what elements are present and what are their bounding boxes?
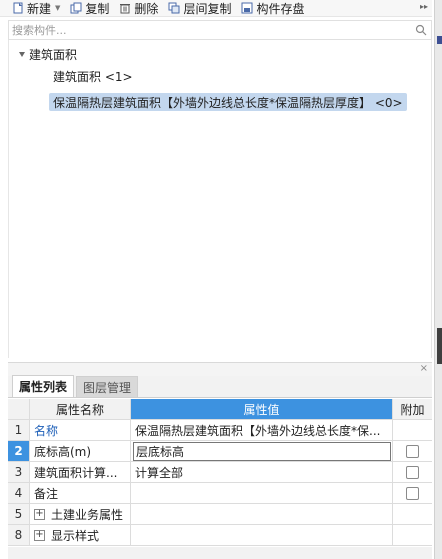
property-panel-tabs: 属性列表 图层管理 xyxy=(8,375,432,398)
new-label: 新建 xyxy=(27,1,52,16)
panel-splitter[interactable]: × xyxy=(8,362,432,376)
floor-copy-icon xyxy=(168,2,180,14)
row-number: 1 xyxy=(8,420,30,440)
column-header-extra: 附加 xyxy=(393,399,432,419)
toolbar: 新建 ▼ 复制 删除 层间复制 构件存盘 ▸▸ xyxy=(0,0,432,17)
property-value[interactable]: 保温隔热层建筑面积【外墙外边线总长度*保... xyxy=(131,420,393,440)
copy-label: 复制 xyxy=(85,1,110,16)
extra-checkbox[interactable] xyxy=(406,465,419,479)
table-row[interactable]: 3 建筑面积计算... 计算全部 xyxy=(8,462,432,483)
property-value[interactable]: 计算全部 xyxy=(131,462,393,482)
property-group-label: 土建业务属性 xyxy=(51,507,124,522)
row-number: 4 xyxy=(8,483,30,503)
extra-cell xyxy=(393,525,432,545)
double-chevron-right-icon[interactable]: ▸▸ xyxy=(420,2,428,11)
extra-checkbox[interactable] xyxy=(406,444,419,458)
delete-label: 删除 xyxy=(134,1,159,16)
row-number-header xyxy=(8,399,30,419)
chevron-down-icon[interactable]: ▼ xyxy=(55,4,60,12)
extra-cell xyxy=(393,441,432,461)
column-header-name: 属性名称 xyxy=(30,399,131,419)
property-table: 属性名称 属性值 附加 1 名称 保温隔热层建筑面积【外墙外边线总长度*保...… xyxy=(8,399,432,546)
property-group-label: 显示样式 xyxy=(51,528,100,543)
search-icon[interactable] xyxy=(415,24,427,36)
save-component-icon xyxy=(241,2,253,14)
save-component-label: 构件存盘 xyxy=(256,1,305,16)
property-name: 备注 xyxy=(30,483,131,503)
extra-cell xyxy=(393,420,432,440)
trash-icon xyxy=(120,4,131,14)
property-name: 底标高(m) xyxy=(30,441,131,461)
new-button[interactable]: 新建 ▼ xyxy=(12,0,60,17)
table-footer xyxy=(8,547,432,559)
tab-property-list[interactable]: 属性列表 xyxy=(12,375,75,397)
tree-item-insulation-area[interactable]: 保温隔热层建筑面积【外墙外边线总长度*保温隔热层厚度】 <0> xyxy=(49,93,407,111)
extra-cell xyxy=(393,504,432,524)
expand-plus-icon[interactable]: + xyxy=(34,529,45,541)
row-number: 3 xyxy=(8,462,30,482)
dock-marker xyxy=(437,36,442,44)
component-search xyxy=(8,20,432,40)
row-number: 8 xyxy=(8,525,30,545)
extra-cell xyxy=(393,462,432,482)
component-tree: 建筑面积 建筑面积 <1> 保温隔热层建筑面积【外墙外边线总长度*保温隔热层厚度… xyxy=(8,40,432,358)
property-name: 名称 xyxy=(30,420,131,440)
row-number: 5 xyxy=(8,504,30,524)
new-document-icon xyxy=(13,2,23,14)
property-group[interactable]: + 显示样式 xyxy=(30,525,131,545)
property-value-editor[interactable]: 层底标高 xyxy=(131,441,393,461)
table-row[interactable]: 8 + 显示样式 xyxy=(8,525,432,546)
floor-copy-button[interactable]: 层间复制 xyxy=(168,0,231,17)
property-group[interactable]: + 土建业务属性 xyxy=(30,504,131,524)
expand-plus-icon[interactable]: + xyxy=(34,508,45,520)
property-value xyxy=(131,525,393,545)
column-header-value: 属性值 xyxy=(131,399,393,419)
search-input[interactable] xyxy=(9,21,409,39)
tree-item-label: 保温隔热层建筑面积【外墙外边线总长度*保温隔热层厚度】 <0> xyxy=(53,95,403,110)
copy-button[interactable]: 复制 xyxy=(70,0,109,17)
table-header: 属性名称 属性值 附加 xyxy=(8,399,432,420)
tree-item-label: 建筑面积 <1> xyxy=(53,69,133,84)
copy-icon xyxy=(70,2,82,14)
tree-item-building-area[interactable]: 建筑面积 <1> xyxy=(49,67,137,85)
property-name: 建筑面积计算... xyxy=(30,462,131,482)
tree-root-building-area[interactable]: 建筑面积 xyxy=(19,46,77,62)
tab-layer-management[interactable]: 图层管理 xyxy=(76,376,139,397)
value-edit-field[interactable]: 层底标高 xyxy=(133,441,391,461)
expand-triangle-icon[interactable] xyxy=(19,51,25,57)
table-row[interactable]: 4 备注 xyxy=(8,483,432,504)
property-value xyxy=(131,504,393,524)
close-icon[interactable]: × xyxy=(420,363,428,374)
table-row[interactable]: 2 底标高(m) 层底标高 xyxy=(8,441,432,462)
delete-button[interactable]: 删除 xyxy=(119,0,158,17)
right-dock-strip xyxy=(434,0,442,559)
row-number: 2 xyxy=(8,441,30,461)
table-row[interactable]: 5 + 土建业务属性 xyxy=(8,504,432,525)
table-row[interactable]: 1 名称 保温隔热层建筑面积【外墙外边线总长度*保... xyxy=(8,420,432,441)
extra-checkbox[interactable] xyxy=(406,486,419,500)
floor-copy-label: 层间复制 xyxy=(183,1,232,16)
tree-root-label: 建筑面积 xyxy=(29,47,78,62)
save-component-button[interactable]: 构件存盘 xyxy=(241,0,304,17)
dock-handle[interactable] xyxy=(437,328,442,364)
property-value[interactable] xyxy=(131,483,393,503)
extra-cell xyxy=(393,483,432,503)
